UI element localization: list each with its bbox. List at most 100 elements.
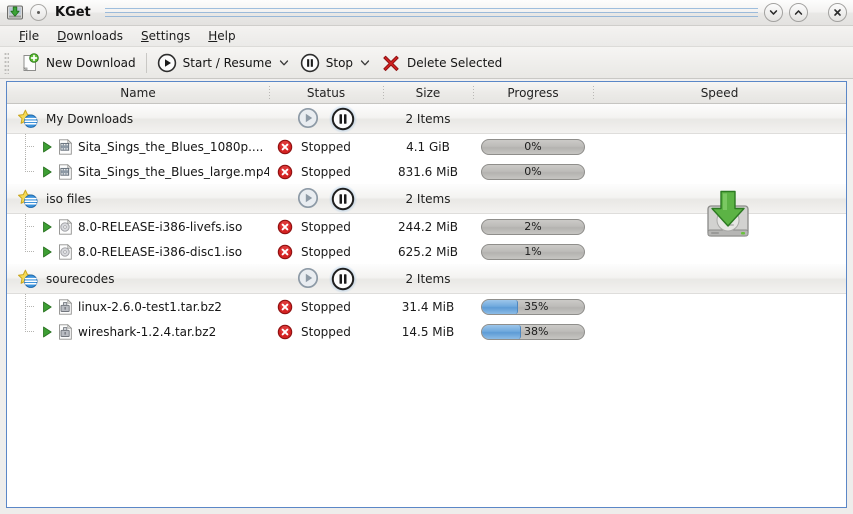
- downloads-rows-container: My Downloads 2 Items Sita_Sings_the_Blue…: [7, 104, 846, 344]
- window-menu-dot-icon[interactable]: [30, 4, 47, 21]
- kget-window: KGet File Downloads Settings Help New Do…: [0, 0, 853, 514]
- download-size-cell: 831.6 MiB: [397, 164, 459, 179]
- chevron-down-icon: [360, 59, 370, 65]
- chevron-down-icon: [769, 10, 778, 15]
- table-row[interactable]: linux-2.6.0-test1.tar.bz2 Stopped 31.4 Mi…: [7, 294, 846, 319]
- shade-button[interactable]: [764, 3, 783, 22]
- download-name-cell: 8.0-RELEASE-i386-livefs.iso: [7, 214, 269, 239]
- group-start-button[interactable]: [297, 267, 321, 291]
- menu-downloads[interactable]: Downloads: [48, 27, 132, 45]
- group-row[interactable]: sourecodes 2 Items: [7, 264, 846, 294]
- group-pause-button[interactable]: [329, 184, 357, 213]
- media-play-icon: [157, 53, 177, 73]
- title-bar: KGet: [0, 0, 853, 26]
- chevron-up-icon: [794, 10, 803, 15]
- stopped-error-icon: [277, 164, 293, 179]
- download-name-label: 8.0-RELEASE-i386-livefs.iso: [78, 219, 243, 234]
- download-progress-cell: 1%: [473, 243, 593, 260]
- archive-file-icon: [59, 298, 73, 315]
- status-icon-wrapper: [269, 219, 301, 235]
- window-controls: [764, 3, 847, 22]
- download-size-cell: 31.4 MiB: [401, 299, 455, 314]
- download-progress-cell: 38%: [473, 323, 593, 340]
- expander-arrow-icon[interactable]: [42, 326, 53, 338]
- group-pause-button[interactable]: [329, 264, 357, 293]
- menu-file[interactable]: File: [10, 27, 48, 45]
- main-toolbar: New Download Start / Resume Stop Delete …: [0, 47, 853, 79]
- expander-arrow-icon[interactable]: [42, 221, 53, 233]
- table-row[interactable]: 8.0-RELEASE-i386-disc1.iso Stopped 625.2 …: [7, 239, 846, 264]
- downloads-list-view[interactable]: Name Status Size Progress Speed My Downl…: [6, 81, 847, 508]
- video-file-icon: [59, 138, 73, 155]
- media-pause-icon[interactable]: [331, 267, 355, 291]
- toolbar-separator-1: [145, 52, 147, 73]
- status-icon-wrapper: [269, 139, 301, 155]
- media-pause-icon[interactable]: [331, 187, 355, 211]
- status-badge: Stopped: [301, 139, 351, 154]
- download-status-cell: Stopped: [269, 164, 383, 180]
- start-resume-dropdown-button[interactable]: [277, 59, 291, 67]
- close-x-icon: [834, 9, 841, 16]
- status-badge: Stopped: [301, 164, 351, 179]
- group-item-count: 2 Items: [405, 111, 451, 126]
- media-play-icon[interactable]: [297, 187, 319, 209]
- media-pause-icon[interactable]: [331, 107, 355, 131]
- delete-selected-label: Delete Selected: [407, 55, 503, 70]
- download-size-cell: 625.2 MiB: [397, 244, 459, 259]
- progress-bar: 0%: [481, 138, 585, 155]
- kget-download-icon: [6, 4, 24, 22]
- media-play-icon[interactable]: [297, 107, 319, 129]
- download-progress-cell: 2%: [473, 218, 593, 235]
- progress-bar-label: 38%: [524, 325, 549, 338]
- download-progress-cell: 0%: [473, 163, 593, 180]
- delete-selected-button[interactable]: Delete Selected: [374, 50, 509, 76]
- group-start-button[interactable]: [297, 107, 321, 131]
- stopped-error-icon: [277, 324, 293, 339]
- expander-arrow-icon[interactable]: [42, 141, 53, 153]
- column-header-speed[interactable]: Speed: [593, 82, 846, 103]
- table-row[interactable]: 8.0-RELEASE-i386-livefs.iso Stopped 244.2…: [7, 214, 846, 239]
- group-name-cell: My Downloads: [7, 109, 269, 129]
- download-size-cell: 244.2 MiB: [397, 219, 459, 234]
- group-controls: [269, 264, 383, 293]
- table-row[interactable]: wireshark-1.2.4.tar.bz2 Stopped 14.5 MiB 3…: [7, 319, 846, 344]
- expander-arrow-icon[interactable]: [42, 246, 53, 258]
- group-row[interactable]: My Downloads 2 Items: [7, 104, 846, 134]
- download-status-cell: Stopped: [269, 324, 383, 340]
- tree-branch-line: [23, 159, 37, 184]
- delete-x-icon: [381, 53, 401, 73]
- column-header-size[interactable]: Size: [383, 82, 473, 103]
- download-name-cell: wireshark-1.2.4.tar.bz2: [7, 319, 269, 344]
- new-download-button[interactable]: New Download: [13, 50, 143, 76]
- table-row[interactable]: Sita_Sings_the_Blues_1080p.... Stopped 4.…: [7, 134, 846, 159]
- unshade-button[interactable]: [789, 3, 808, 22]
- tree-branch-line: [23, 294, 37, 319]
- group-start-button[interactable]: [297, 187, 321, 211]
- progress-bar: 0%: [481, 163, 585, 180]
- progress-bar-label: 0%: [524, 165, 542, 178]
- close-button[interactable]: [828, 3, 847, 22]
- table-row[interactable]: Sita_Sings_the_Blues_large.mp4 Stopped 83…: [7, 159, 846, 184]
- stop-dropdown-button[interactable]: [358, 59, 372, 67]
- start-resume-button[interactable]: Start / Resume: [150, 50, 279, 76]
- column-header-name[interactable]: Name: [7, 82, 269, 103]
- stop-button[interactable]: Stop: [293, 50, 360, 76]
- status-icon-wrapper: [269, 164, 301, 180]
- group-row[interactable]: iso files 2 Items: [7, 184, 846, 214]
- column-header-status[interactable]: Status: [269, 82, 383, 103]
- toolbar-grip-handle[interactable]: [4, 51, 9, 74]
- menu-settings[interactable]: Settings: [132, 27, 199, 45]
- stopped-error-icon: [277, 139, 293, 154]
- group-star-icon: [18, 109, 38, 128]
- expander-arrow-icon[interactable]: [42, 166, 53, 178]
- chevron-down-icon: [279, 59, 288, 65]
- expander-arrow-icon[interactable]: [42, 301, 53, 313]
- progress-bar-label: 1%: [524, 245, 542, 258]
- menu-help[interactable]: Help: [199, 27, 244, 45]
- group-pause-button[interactable]: [329, 104, 357, 133]
- media-play-icon[interactable]: [297, 267, 319, 289]
- title-decoration-lines: [104, 7, 758, 18]
- column-header-progress[interactable]: Progress: [473, 82, 593, 103]
- group-item-count: 2 Items: [405, 191, 451, 206]
- status-badge: Stopped: [301, 244, 351, 259]
